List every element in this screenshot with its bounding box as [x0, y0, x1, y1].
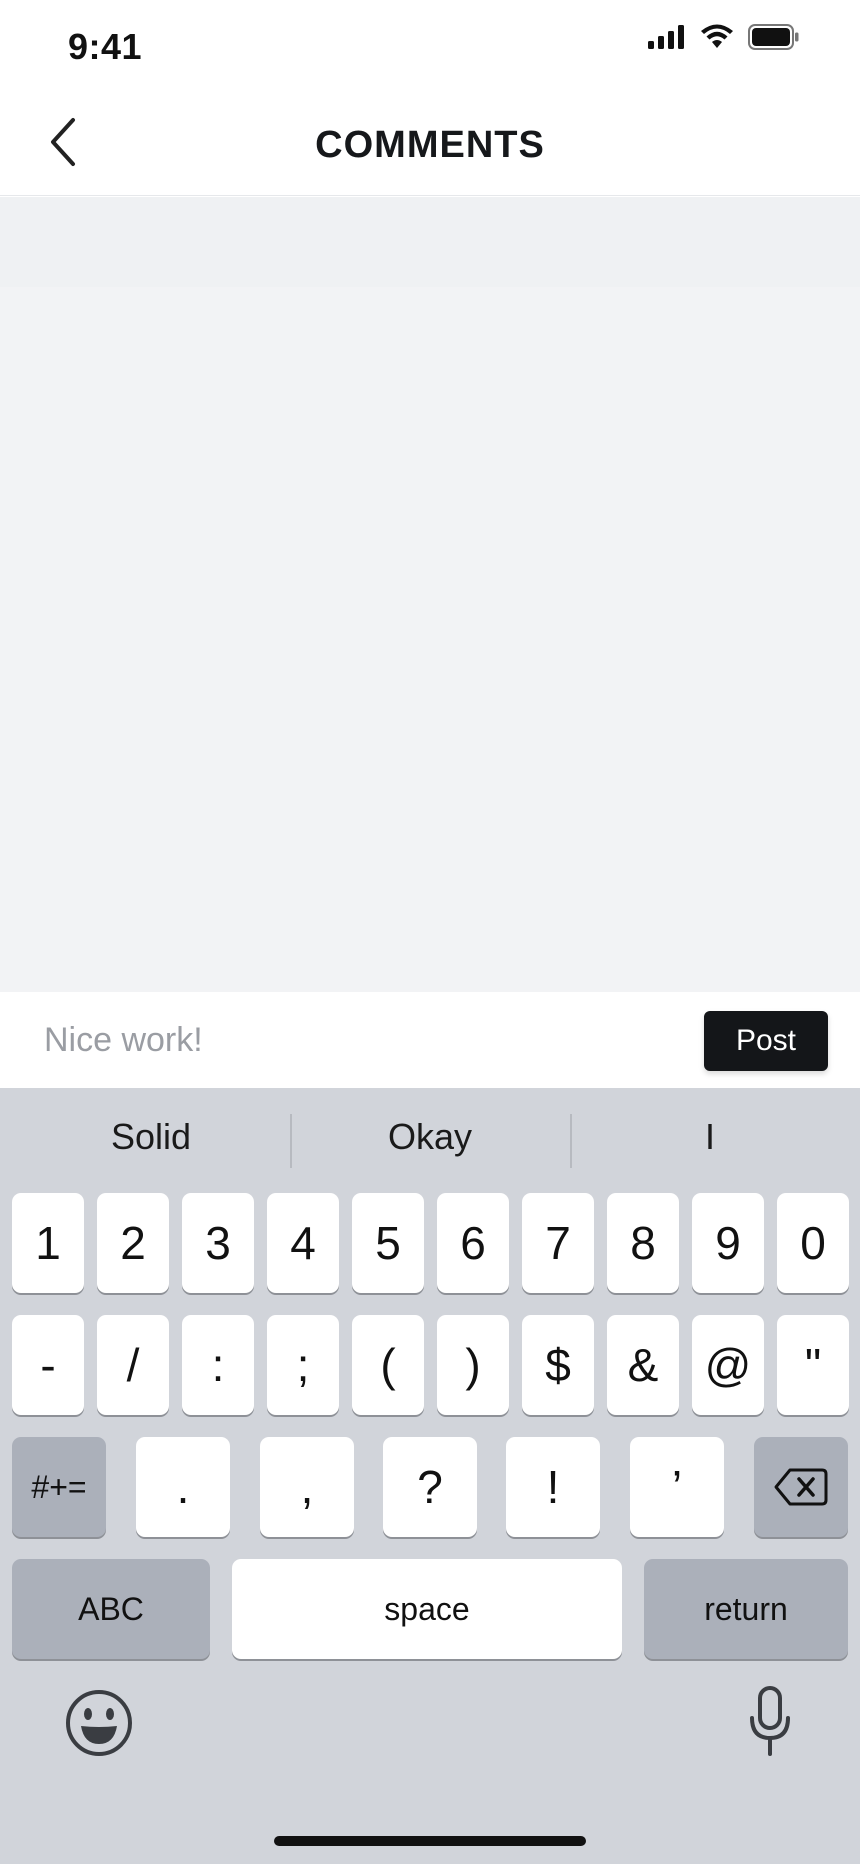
page-title: COMMENTS — [315, 124, 545, 166]
key-exclamation[interactable]: ! — [506, 1437, 600, 1537]
suggestion-item[interactable]: I — [570, 1116, 850, 1166]
key-ampersand[interactable]: & — [607, 1315, 679, 1415]
suggestion-item[interactable]: Okay — [290, 1116, 570, 1166]
abc-key[interactable]: ABC — [12, 1559, 210, 1659]
navigation-header: COMMENTS — [0, 90, 860, 196]
key-6[interactable]: 6 — [437, 1193, 509, 1293]
return-key[interactable]: return — [644, 1559, 848, 1659]
status-icons — [648, 24, 800, 50]
key-dollar[interactable]: $ — [522, 1315, 594, 1415]
emoji-icon — [66, 1690, 132, 1756]
key-7[interactable]: 7 — [522, 1193, 594, 1293]
key-quote[interactable]: " — [777, 1315, 849, 1415]
key-9[interactable]: 9 — [692, 1193, 764, 1293]
key-0[interactable]: 0 — [777, 1193, 849, 1293]
suggestion-item[interactable]: Solid — [11, 1116, 291, 1166]
status-bar: 9:41 — [0, 0, 860, 90]
key-3[interactable]: 3 — [182, 1193, 254, 1293]
key-close-paren[interactable]: ) — [437, 1315, 509, 1415]
key-8[interactable]: 8 — [607, 1193, 679, 1293]
wifi-icon — [701, 24, 733, 48]
comments-screen: 9:41 COMMENTS Nice work! Post Solid Okay… — [0, 0, 860, 1864]
suggestion-bar: Solid Okay I — [0, 1088, 860, 1194]
keyboard: Solid Okay I 1 2 3 4 5 6 7 8 9 0 - / : ;… — [0, 1088, 860, 1864]
status-time: 9:41 — [68, 26, 143, 67]
key-slash[interactable]: / — [97, 1315, 169, 1415]
key-at[interactable]: @ — [692, 1315, 764, 1415]
content-placeholder-band — [0, 197, 860, 287]
emoji-button[interactable] — [64, 1688, 134, 1758]
key-hyphen[interactable]: - — [12, 1315, 84, 1415]
space-key[interactable]: space — [232, 1559, 622, 1659]
key-4[interactable]: 4 — [267, 1193, 339, 1293]
microphone-icon — [750, 1686, 790, 1756]
cellular-signal-icon — [648, 25, 684, 49]
key-apostrophe[interactable]: ’ — [630, 1437, 724, 1537]
comment-composer: Post — [0, 992, 860, 1088]
comment-input[interactable] — [44, 1010, 684, 1070]
battery-icon — [748, 24, 799, 50]
key-comma[interactable]: , — [260, 1437, 354, 1537]
key-5[interactable]: 5 — [352, 1193, 424, 1293]
post-button[interactable]: Post — [704, 1011, 828, 1071]
comments-list[interactable] — [0, 197, 860, 992]
key-1[interactable]: 1 — [12, 1193, 84, 1293]
key-question[interactable]: ? — [383, 1437, 477, 1537]
key-2[interactable]: 2 — [97, 1193, 169, 1293]
key-open-paren[interactable]: ( — [352, 1315, 424, 1415]
backspace-icon — [774, 1468, 828, 1506]
key-colon[interactable]: : — [182, 1315, 254, 1415]
symbols-toggle-key[interactable]: #+= — [12, 1437, 106, 1537]
dictation-button[interactable] — [748, 1686, 792, 1758]
delete-key[interactable] — [754, 1437, 848, 1537]
key-semicolon[interactable]: ; — [267, 1315, 339, 1415]
home-indicator — [274, 1836, 586, 1846]
key-period[interactable]: . — [136, 1437, 230, 1537]
